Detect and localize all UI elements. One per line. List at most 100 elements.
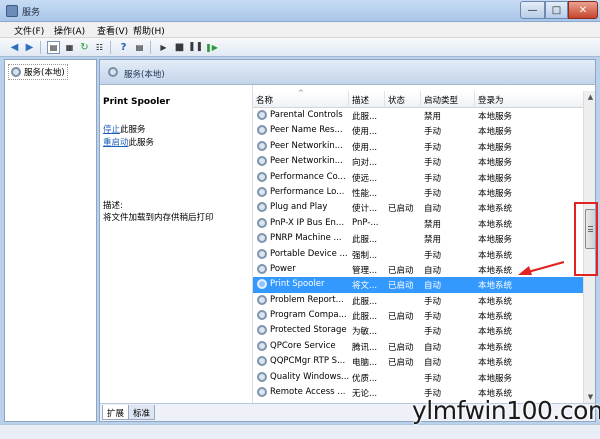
forward-arrow-icon[interactable]: ▶ xyxy=(23,41,36,54)
cell-desc: 此服... xyxy=(352,312,378,323)
table-row[interactable]: QPCore Service 腾讯... 已启动 自动 本地系统 xyxy=(253,339,583,354)
cell-startup: 自动 xyxy=(424,281,442,292)
column-header-status[interactable]: 状态 xyxy=(385,91,421,108)
cell-desc: 电脑... xyxy=(352,358,378,369)
column-header-name[interactable]: ^ 名称 xyxy=(253,89,349,108)
service-gear-icon xyxy=(257,186,267,197)
table-row[interactable]: Program Compa... 此服... 已启动 手动 本地系统 xyxy=(253,308,583,323)
table-row[interactable]: Protected Storage 为敏... 手动 本地系统 xyxy=(253,323,583,338)
back-arrow-icon[interactable]: ◀ xyxy=(8,41,21,54)
table-row[interactable]: QQPCMgr RTP S... 电脑... 已启动 自动 本地系统 xyxy=(253,354,583,369)
cell-name: Problem Report... xyxy=(270,294,344,305)
console-tree-icon[interactable]: ▤ xyxy=(47,41,60,54)
service-gear-icon xyxy=(257,340,267,351)
restart-service-icon[interactable]: ❚▶ xyxy=(205,41,218,54)
menu-view[interactable]: 查看(V) xyxy=(97,24,128,37)
service-gear-icon xyxy=(257,140,267,151)
cell-startup: 手动 xyxy=(424,173,442,184)
cell-name: QQPCMgr RTP S... xyxy=(270,356,346,367)
cell-desc: 优质... xyxy=(352,373,378,384)
service-gear-icon xyxy=(257,294,267,305)
table-row[interactable]: Problem Report... 此服... 手动 本地系统 xyxy=(253,293,583,308)
stop-service-link[interactable]: 停止 xyxy=(103,125,120,135)
tree-item-services-local[interactable]: 服务(本地) xyxy=(8,64,68,80)
cell-logon: 本地服务 xyxy=(478,158,513,169)
table-row[interactable]: Performance Lo... 性能... 手动 本地服务 xyxy=(253,185,583,200)
service-gear-icon xyxy=(257,171,267,182)
cell-status: 已启动 xyxy=(388,312,414,323)
cell-desc: 此服... xyxy=(352,296,378,307)
table-row[interactable]: PnP-X IP Bus En... PnP-... 禁用 本地系统 xyxy=(253,216,583,231)
description-label: 描述: xyxy=(103,201,123,211)
maximize-button[interactable]: □ xyxy=(545,1,568,19)
cell-logon: 本地系统 xyxy=(478,327,513,338)
service-gear-icon xyxy=(257,325,267,336)
service-gear-icon xyxy=(257,263,267,274)
menu-bar: 文件(F) 操作(A) 查看(V) 帮助(H) xyxy=(0,22,600,38)
cell-desc: 腾讯... xyxy=(352,342,378,353)
red-pointer-arrow-icon xyxy=(518,260,564,275)
description-text: 将文件加载到内存供稍后打印 xyxy=(103,213,214,223)
cell-status: 已启动 xyxy=(388,265,414,276)
export-list-icon[interactable]: ☷ xyxy=(93,41,106,54)
cell-status: 已启动 xyxy=(388,281,414,292)
pause-service-icon[interactable]: ❚❚ xyxy=(188,41,203,54)
help-icon[interactable]: ? xyxy=(117,41,130,54)
column-header-logon-as[interactable]: 登录为 xyxy=(475,91,583,108)
cell-desc: 管理... xyxy=(352,265,378,276)
refresh-icon[interactable]: ↻ xyxy=(78,41,91,54)
cell-name: Plug and Play xyxy=(270,202,328,213)
stop-service-icon[interactable]: ■ xyxy=(173,41,186,54)
cell-name: Peer Networkin... xyxy=(270,140,343,151)
cell-desc: 使用... xyxy=(352,142,378,153)
service-gear-icon xyxy=(257,217,267,228)
column-header-description[interactable]: 描述 xyxy=(349,91,385,108)
cell-name: Quality Windows... xyxy=(270,371,350,382)
minimize-button[interactable]: — xyxy=(520,1,545,19)
cell-status: 已启动 xyxy=(388,342,414,353)
service-gear-icon xyxy=(257,371,267,382)
service-description-panel: Print Spooler 停止此服务 重启动此服务 描述: 将文件加载到内存供… xyxy=(100,85,252,403)
close-icon: ✕ xyxy=(578,4,588,16)
table-row[interactable]: Peer Networkin... 使用... 手动 本地服务 xyxy=(253,139,583,154)
cell-logon: 本地系统 xyxy=(478,250,513,261)
table-row[interactable]: Parental Controls 此服... 禁用 本地服务 xyxy=(253,108,583,123)
cell-desc: 使远... xyxy=(352,173,378,184)
table-row[interactable]: Plug and Play 使计... 已启动 自动 本地系统 xyxy=(253,200,583,215)
menu-help[interactable]: 帮助(H) xyxy=(133,24,165,37)
service-gear-icon xyxy=(257,310,267,321)
cell-name: Parental Controls xyxy=(270,110,343,120)
column-header-startup-type[interactable]: 启动类型 xyxy=(421,91,475,108)
table-row[interactable]: Performance Co... 使远... 手动 本地服务 xyxy=(253,170,583,185)
selected-service-name: Print Spooler xyxy=(103,97,170,107)
cell-startup: 禁用 xyxy=(424,219,442,230)
cell-name: Performance Co... xyxy=(270,171,346,182)
table-row[interactable]: Peer Name Res... 使用... 手动 本地服务 xyxy=(253,123,583,138)
cell-logon: 本地服务 xyxy=(478,188,513,199)
start-service-icon[interactable]: ▶ xyxy=(157,41,170,54)
cell-logon: 本地系统 xyxy=(478,219,513,230)
cell-desc: 使用... xyxy=(352,127,378,138)
tab-extended[interactable]: 扩展 xyxy=(102,405,130,420)
table-row[interactable]: Print Spooler 将文... 已启动 自动 本地系统 xyxy=(253,277,583,293)
close-button[interactable]: ✕ xyxy=(568,1,598,19)
table-row[interactable]: Quality Windows... 优质... 手动 本地服务 xyxy=(253,370,583,385)
restart-service-link[interactable]: 重启动 xyxy=(103,138,129,148)
menu-file[interactable]: 文件(F) xyxy=(14,24,44,37)
cell-logon: 本地服务 xyxy=(478,373,513,384)
cell-name: Program Compa... xyxy=(270,310,347,321)
properties-icon[interactable]: ▦ xyxy=(63,41,76,54)
table-row[interactable]: PNRP Machine ... 此服... 禁用 本地服务 xyxy=(253,231,583,246)
menu-action[interactable]: 操作(A) xyxy=(54,24,85,37)
cell-name: Peer Name Res... xyxy=(270,125,343,136)
table-row[interactable]: Peer Networkin... 向对... 手动 本地服务 xyxy=(253,154,583,169)
cell-desc: 使计... xyxy=(352,204,378,215)
tab-standard[interactable]: 标准 xyxy=(128,405,156,420)
service-gear-icon xyxy=(257,387,267,398)
scroll-up-icon[interactable]: ▲ xyxy=(584,91,595,103)
console-tree: 服务(本地) xyxy=(4,59,97,422)
pane-header-title: 服务(本地) xyxy=(124,70,165,80)
cell-logon: 本地服务 xyxy=(478,142,513,153)
cell-name: QPCore Service xyxy=(270,340,336,351)
view-icon[interactable]: ▤ xyxy=(133,41,146,54)
